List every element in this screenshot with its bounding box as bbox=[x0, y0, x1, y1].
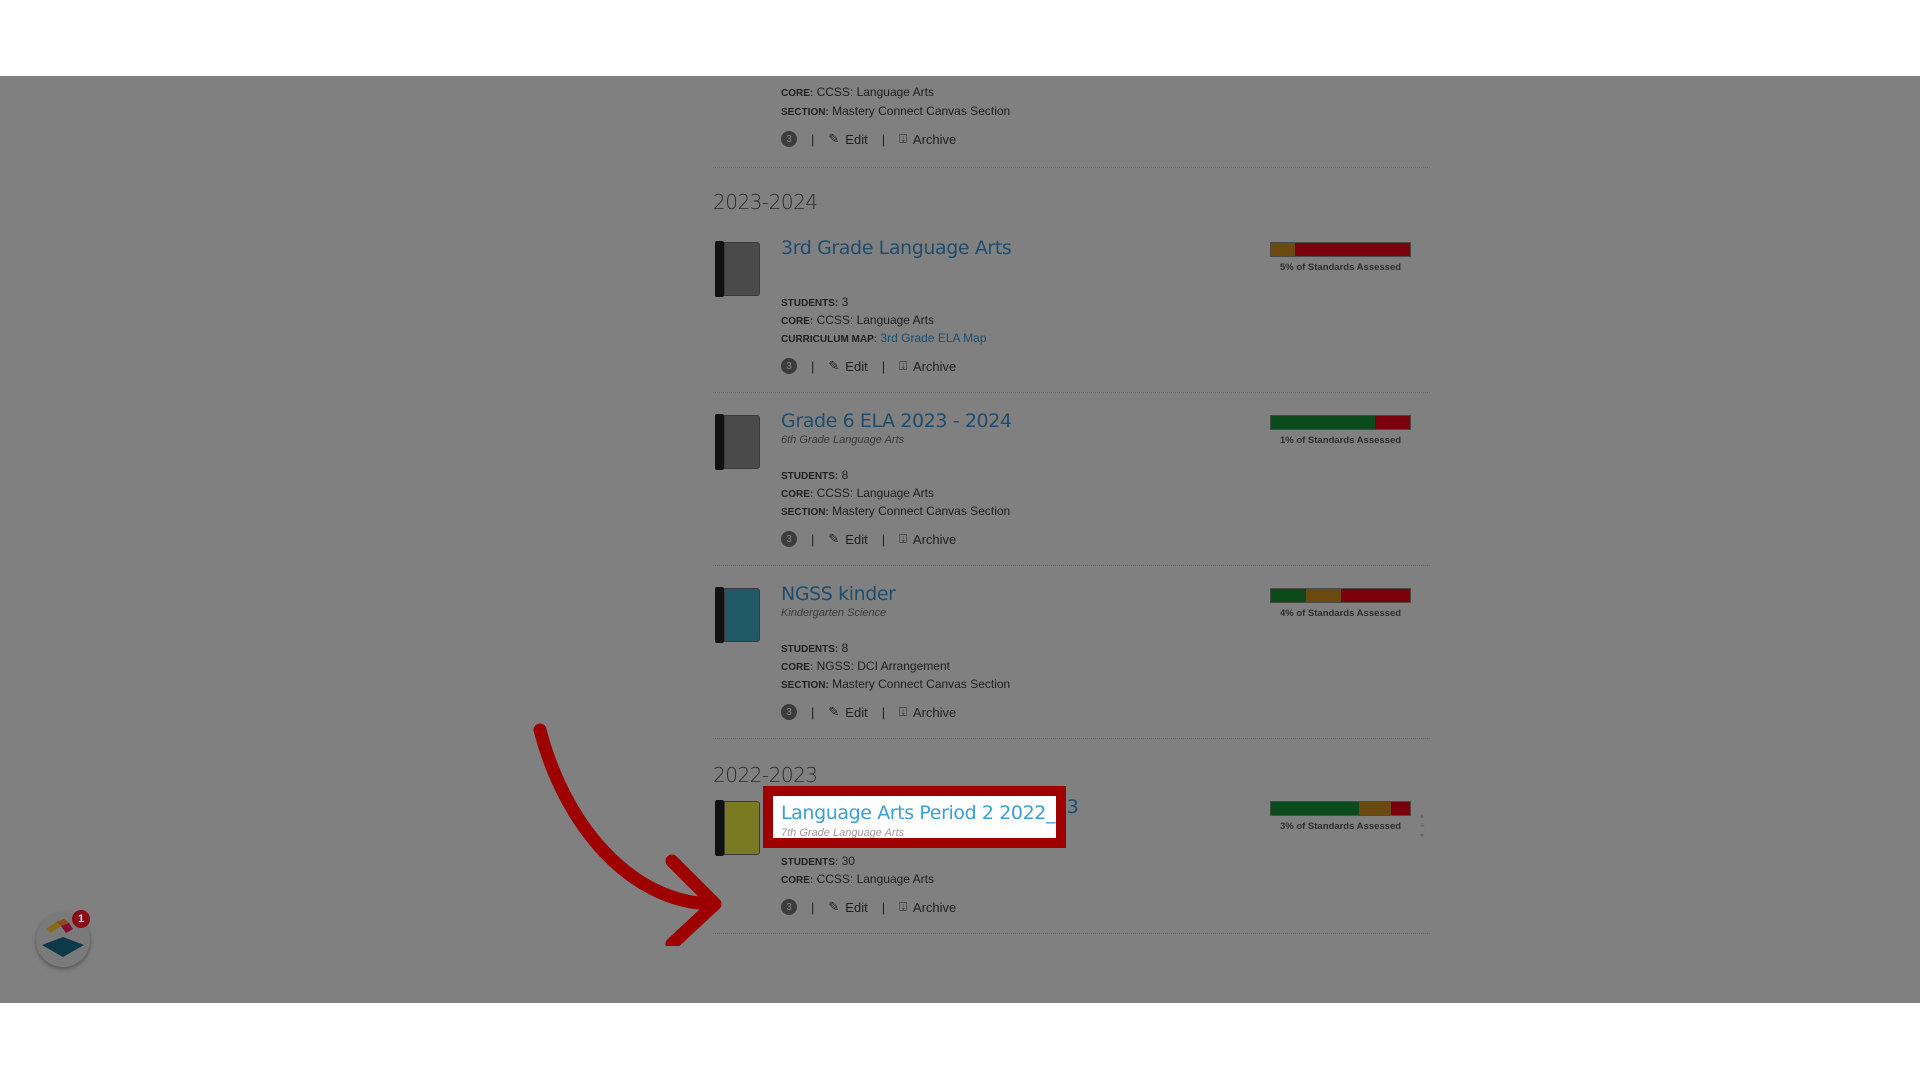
edit-button[interactable]: ✎ Edit bbox=[828, 899, 867, 915]
progress-segment bbox=[1358, 802, 1391, 815]
pencil-icon: ✎ bbox=[828, 358, 840, 373]
standards-progress-bar bbox=[1270, 242, 1411, 257]
course-actions: 3 | ✎ Edit | ⍗ Archive bbox=[781, 899, 956, 915]
archive-icon: ⍗ bbox=[899, 531, 907, 546]
students-line: STUDENTS: 8 bbox=[781, 641, 849, 655]
course-subtitle: Kindergarten Science bbox=[781, 607, 887, 619]
course-title-link[interactable]: Language Arts Period 2 2022_23 bbox=[781, 802, 1056, 824]
core-line: CORE: CCSS: Language Arts bbox=[781, 872, 934, 886]
archive-button[interactable]: ⍗ Archive bbox=[899, 531, 956, 547]
curriculum-map-line: CURRICULUM MAP: 3rd Grade ELA Map bbox=[781, 331, 987, 345]
standards-assessed-label: 4% of Standards Assessed bbox=[1279, 608, 1402, 619]
progress-segment bbox=[1271, 589, 1306, 602]
archive-button[interactable]: ⍗ Archive bbox=[899, 704, 956, 720]
reorder-handle-icon[interactable]: ▴ ≡ ▾ bbox=[1420, 811, 1425, 841]
divider bbox=[713, 167, 1430, 168]
notebook-icon[interactable] bbox=[715, 241, 762, 297]
notebook-icon[interactable] bbox=[715, 587, 762, 643]
students-line: STUDENTS: 8 bbox=[781, 468, 849, 482]
year-heading: 2023-2024 bbox=[713, 190, 818, 214]
count-badge[interactable]: 3 bbox=[781, 358, 797, 374]
arrow-annotation bbox=[533, 723, 722, 946]
progress-segment bbox=[1271, 802, 1359, 815]
count-badge[interactable]: 3 bbox=[781, 899, 797, 915]
section-line: SECTION: Mastery Connect Canvas Section bbox=[781, 104, 1011, 118]
standards-progress-bar bbox=[1270, 801, 1411, 816]
count-badge[interactable]: 3 bbox=[781, 704, 797, 720]
notebook-icon[interactable] bbox=[715, 414, 762, 470]
progress-segment bbox=[1375, 416, 1410, 429]
core-line: CORE: NGSS: DCI Arrangement bbox=[781, 659, 950, 673]
standards-progress-bar bbox=[1270, 415, 1411, 430]
pencil-icon: ✎ bbox=[828, 704, 840, 719]
divider bbox=[713, 933, 1430, 934]
standards-assessed-label: 1% of Standards Assessed bbox=[1279, 435, 1402, 446]
core-line: CORE: CCSS: Language Arts bbox=[781, 486, 934, 500]
highlighted-course-link[interactable]: Language Arts Period 2 2022_23 7th Grade… bbox=[763, 786, 1066, 848]
course-actions: 3 | ✎ Edit | ⍗ Archive bbox=[781, 358, 956, 374]
progress-segment bbox=[1271, 243, 1295, 256]
course-title-link[interactable]: 3rd Grade Language Arts bbox=[781, 237, 1012, 259]
edit-button[interactable]: ✎ Edit bbox=[828, 531, 867, 547]
standards-progress-bar bbox=[1270, 588, 1411, 603]
divider bbox=[713, 392, 1430, 393]
course-title-link[interactable]: Grade 6 ELA 2023 - 2024 bbox=[781, 410, 1012, 432]
divider bbox=[713, 565, 1430, 566]
dimmed-page: CORE: CCSS: Language Arts SECTION: Maste… bbox=[0, 76, 1920, 1003]
archive-button[interactable]: ⍗ Archive bbox=[899, 131, 956, 147]
progress-segment bbox=[1390, 802, 1410, 815]
progress-segment bbox=[1271, 416, 1376, 429]
archive-icon: ⍗ bbox=[899, 131, 907, 146]
pencil-icon: ✎ bbox=[828, 899, 840, 914]
course-actions: 3 | ✎ Edit | ⍗ Archive bbox=[781, 131, 956, 147]
course-actions: 3 | ✎ Edit | ⍗ Archive bbox=[781, 531, 956, 547]
archive-icon: ⍗ bbox=[899, 899, 907, 914]
section-line: SECTION: Mastery Connect Canvas Section bbox=[781, 677, 1011, 691]
pencil-icon: ✎ bbox=[828, 131, 840, 146]
archive-icon: ⍗ bbox=[899, 704, 907, 719]
core-line: CORE: CCSS: Language Arts bbox=[781, 313, 934, 327]
notification-badge: 1 bbox=[72, 910, 90, 928]
section-line: SECTION: Mastery Connect Canvas Section bbox=[781, 504, 1011, 518]
count-badge[interactable]: 3 bbox=[781, 531, 797, 547]
progress-segment bbox=[1340, 589, 1410, 602]
course-subtitle: 7th Grade Language Arts bbox=[781, 827, 905, 839]
edit-button[interactable]: ✎ Edit bbox=[828, 358, 867, 374]
edit-button[interactable]: ✎ Edit bbox=[828, 704, 867, 720]
progress-segment bbox=[1305, 589, 1341, 602]
archive-icon: ⍗ bbox=[899, 358, 907, 373]
pencil-icon: ✎ bbox=[828, 531, 840, 546]
course-subtitle: 6th Grade Language Arts bbox=[781, 434, 905, 446]
archive-button[interactable]: ⍗ Archive bbox=[899, 899, 956, 915]
edit-button[interactable]: ✎ Edit bbox=[828, 131, 867, 147]
core-line: CORE: CCSS: Language Arts bbox=[781, 85, 934, 99]
curriculum-map-link[interactable]: 3rd Grade ELA Map bbox=[880, 331, 986, 345]
archive-button[interactable]: ⍗ Archive bbox=[899, 358, 956, 374]
standards-assessed-label: 3% of Standards Assessed bbox=[1279, 821, 1402, 832]
progress-segment bbox=[1294, 243, 1410, 256]
course-title-link[interactable]: NGSS kinder bbox=[781, 583, 896, 605]
count-badge[interactable]: 3 bbox=[781, 131, 797, 147]
students-line: STUDENTS: 30 bbox=[781, 854, 855, 868]
divider bbox=[713, 738, 1430, 739]
standards-assessed-label: 5% of Standards Assessed bbox=[1279, 262, 1402, 273]
students-line: STUDENTS: 3 bbox=[781, 295, 849, 309]
course-actions: 3 | ✎ Edit | ⍗ Archive bbox=[781, 704, 956, 720]
